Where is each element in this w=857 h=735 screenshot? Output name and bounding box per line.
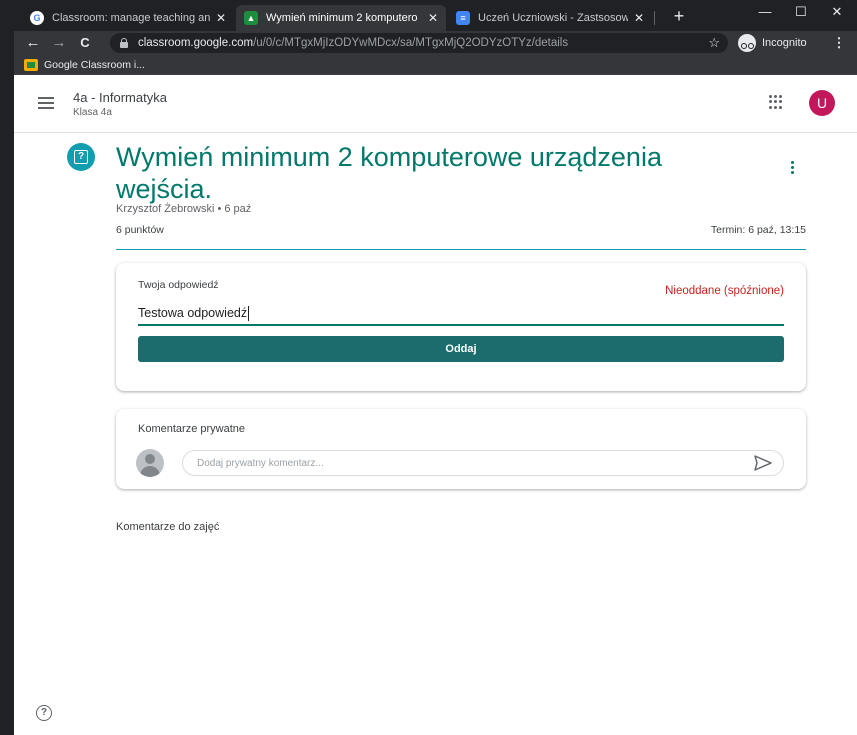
bookmarks-bar: Google Classroom i... <box>14 55 857 75</box>
close-window-button[interactable]: ✕ <box>822 2 852 22</box>
tab-title: Wymień minimum 2 komputero <box>266 12 418 24</box>
app-bar: 4a - Informatyka Klasa 4a U <box>14 75 857 133</box>
your-answer-label: Twoja odpowiedź <box>138 279 219 291</box>
reload-button[interactable]: C <box>74 31 96 55</box>
private-comment-input[interactable] <box>182 450 784 476</box>
docs-icon: ≡ <box>456 11 470 25</box>
forward-button[interactable]: → <box>48 31 70 55</box>
browser-toolbar: ← → C classroom.google.com/u/0/c/MTgxMjI… <box>14 31 857 55</box>
window-edge <box>0 0 14 735</box>
incognito-label: Incognito <box>762 37 807 49</box>
url-host: classroom.google.com <box>138 37 254 49</box>
question-icon: ? <box>67 143 95 171</box>
google-icon: G <box>30 11 44 25</box>
tab-assignment[interactable]: ▲ Wymień minimum 2 komputero ✕ <box>236 5 446 31</box>
assignment-title: Wymień minimum 2 komputerowe urządzenia … <box>116 142 662 204</box>
title-divider <box>116 249 806 250</box>
class-comments-label: Komentarze do zajęć <box>116 521 220 533</box>
private-comments-card: Komentarze prywatne <box>116 409 806 489</box>
bookmark-star-icon[interactable]: ☆ <box>708 35 720 51</box>
tab-title: Classroom: manage teaching and <box>52 12 210 24</box>
google-apps-icon[interactable] <box>769 95 783 109</box>
due-date: Termin: 6 paź, 13:15 <box>710 224 806 236</box>
new-tab-button[interactable]: + <box>668 5 690 27</box>
private-comments-label: Komentarze prywatne <box>138 423 245 435</box>
user-avatar-icon <box>136 449 164 477</box>
author-date: Krzysztof Żebrowski • 6 paź <box>116 203 252 215</box>
class-subtitle: Klasa 4a <box>73 107 112 118</box>
back-button[interactable]: ← <box>22 31 44 55</box>
help-icon[interactable]: ? <box>36 705 52 721</box>
tab-title: Uczeń Uczniowski - Zastsosowa <box>478 12 628 24</box>
submit-button[interactable]: Oddaj <box>138 336 784 362</box>
maximize-button[interactable]: ☐ <box>786 2 816 22</box>
close-tab-icon[interactable]: ✕ <box>428 11 438 25</box>
answer-input[interactable]: Testowa odpowiedź <box>138 306 784 326</box>
incognito-icon <box>738 34 756 52</box>
lock-icon <box>120 38 128 48</box>
answer-text: Testowa odpowiedź <box>138 306 248 320</box>
tab-bar: G Classroom: manage teaching and ✕ ▲ Wym… <box>14 0 857 31</box>
tab-docs[interactable]: ≡ Uczeń Uczniowski - Zastsosowa ✕ <box>448 5 652 31</box>
browser-menu-button[interactable]: ⋮ <box>832 33 846 53</box>
points-label: 6 punktów <box>116 224 164 236</box>
send-icon[interactable] <box>754 455 772 471</box>
close-tab-icon[interactable]: ✕ <box>634 11 644 25</box>
close-tab-icon[interactable]: ✕ <box>216 11 226 25</box>
incognito-badge[interactable]: Incognito <box>738 34 807 52</box>
url-path: /u/0/c/MTgxMjIzODYwMDcx/sa/MTgxMjQ2ODYzO… <box>253 37 569 49</box>
classroom-icon: ▲ <box>244 11 258 25</box>
class-title[interactable]: 4a - Informatyka <box>73 90 167 105</box>
address-bar[interactable]: classroom.google.com/u/0/c/MTgxMjIzODYwM… <box>110 33 728 53</box>
tab-classroom-info[interactable]: G Classroom: manage teaching and ✕ <box>22 5 234 31</box>
status-badge: Nieoddane (spóźnione) <box>665 285 784 297</box>
tab-divider <box>654 11 655 25</box>
bookmark-google-classroom[interactable]: Google Classroom i... <box>44 59 145 71</box>
account-avatar[interactable]: U <box>809 90 835 116</box>
classroom-bookmark-icon <box>24 58 38 71</box>
more-options-icon[interactable] <box>791 161 797 177</box>
classroom-page: 4a - Informatyka Klasa 4a U ? Wymień min… <box>14 75 857 735</box>
minimize-button[interactable]: — <box>750 2 780 22</box>
text-caret <box>248 306 250 321</box>
answer-card: Twoja odpowiedź Nieoddane (spóźnione) Te… <box>116 263 806 391</box>
main-menu-icon[interactable] <box>38 97 54 109</box>
